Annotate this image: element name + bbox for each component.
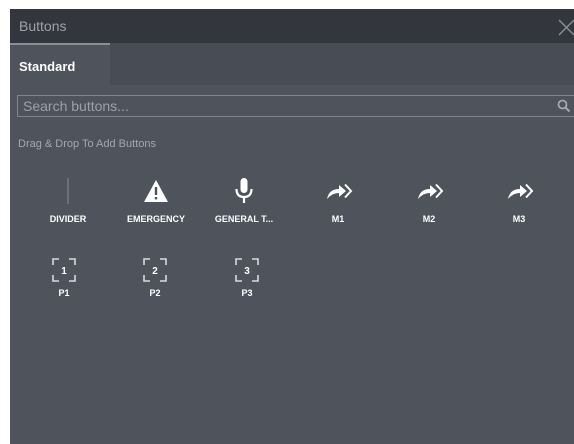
button-emergency[interactable]: EMERGENCY [111, 176, 201, 248]
button-m2[interactable]: M2 [384, 176, 474, 248]
button-label: M2 [422, 214, 436, 224]
button-label: EMERGENCY [126, 214, 185, 224]
button-p3[interactable]: 3 P3 [202, 255, 292, 327]
preset-number: 3 [244, 266, 250, 277]
button-label: M1 [331, 214, 345, 224]
window-title: Buttons [19, 18, 67, 34]
preset-icon: 3 [235, 258, 259, 282]
close-button[interactable] [554, 15, 574, 37]
tab-standard[interactable]: Standard [10, 43, 110, 85]
tab-bar: Standard [10, 43, 574, 85]
button-p2[interactable]: 2 P2 [110, 255, 200, 327]
divider-icon [67, 178, 69, 204]
preset-number: 1 [61, 266, 67, 277]
warning-icon [144, 180, 168, 202]
forward-arrow-icon [508, 183, 534, 199]
button-label: M3 [512, 214, 526, 224]
close-icon [558, 19, 574, 36]
search-icon[interactable] [557, 99, 571, 113]
forward-arrow-icon [418, 183, 444, 199]
button-m3[interactable]: M3 [474, 176, 564, 248]
search-box [17, 95, 574, 117]
forward-arrow-icon [327, 183, 353, 199]
button-label: DIVIDER [49, 214, 87, 224]
button-label: P1 [58, 288, 70, 298]
preset-icon: 1 [52, 258, 76, 282]
tab-label: Standard [19, 59, 76, 74]
button-divider[interactable]: DIVIDER [23, 176, 113, 248]
preset-number: 2 [152, 266, 158, 277]
buttons-panel: Buttons Standard Drag & Drop To Add Butt… [10, 9, 574, 444]
button-general-talk[interactable]: GENERAL T... [199, 176, 289, 248]
button-p1[interactable]: 1 P1 [19, 255, 109, 327]
button-label: GENERAL T... [214, 214, 274, 224]
preset-icon: 2 [143, 258, 167, 282]
button-label: P2 [149, 288, 161, 298]
search-input[interactable] [18, 96, 563, 116]
title-bar: Buttons [10, 9, 574, 43]
button-label: P3 [241, 288, 253, 298]
drag-drop-hint: Drag & Drop To Add Buttons [18, 138, 156, 150]
microphone-icon [235, 178, 253, 203]
button-m1[interactable]: M1 [293, 176, 383, 248]
